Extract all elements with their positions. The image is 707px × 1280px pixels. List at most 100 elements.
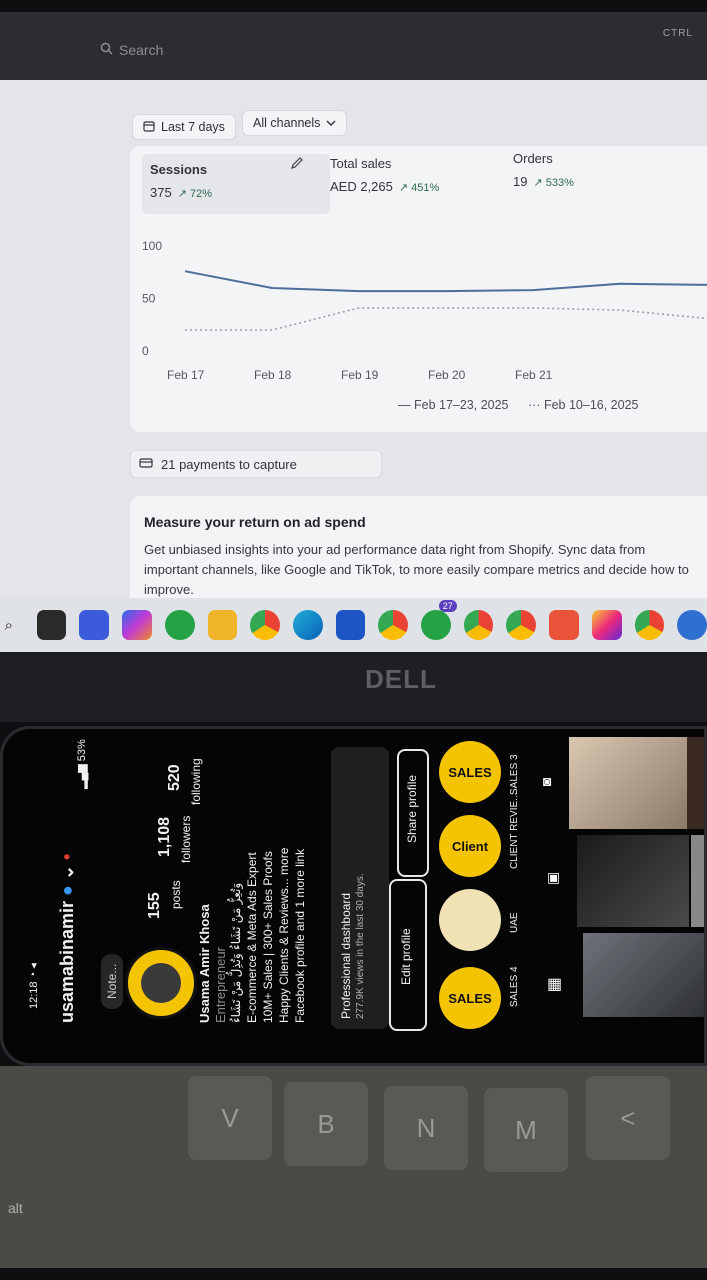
grid-tab-icon[interactable]: ▦ [547, 974, 567, 994]
bio-line: وَتُعِزُّ مَنْ تَشَاءُ وَتُذِلُّ مَنْ تَ… [229, 882, 243, 1023]
highlight-label: CLIENT REVIE... [509, 792, 520, 869]
whatsapp-icon[interactable]: 27 [421, 600, 457, 640]
orders-metric[interactable]: Orders 19 ↗ 533% [513, 151, 574, 189]
highlight-label: SALES 4 [509, 966, 520, 1007]
note-bubble[interactable]: Note... [101, 953, 123, 1009]
key-b[interactable]: B [284, 1082, 368, 1166]
highlight-sales-4[interactable]: SALES [439, 967, 501, 1029]
notification-badge: 27 [438, 600, 457, 612]
windows-taskbar: ⌕ 27 [0, 598, 707, 652]
key-comma[interactable]: < [586, 1076, 670, 1160]
professional-dashboard[interactable]: Professional dashboard 277.9K views in t… [331, 747, 389, 1029]
legend-previous: ··· Feb 10–16, 2025 [528, 398, 639, 412]
admin-top-bar: Search CTRL [0, 12, 707, 80]
post-thumbnail[interactable] [687, 737, 704, 829]
chrome-icon[interactable] [463, 610, 494, 640]
total-sales-label: Total sales [330, 156, 392, 171]
analytics-content: Last 7 days All channels Sessions 375 ↗ 7… [0, 80, 707, 606]
search-icon[interactable]: ⌕ [0, 610, 24, 640]
following-count[interactable]: 520 [166, 764, 184, 791]
x-tick-label: Feb 19 [341, 368, 379, 382]
pencil-icon[interactable] [290, 156, 304, 175]
task-view-icon[interactable] [36, 610, 67, 640]
following-label[interactable]: following [189, 758, 203, 805]
orders-label: Orders [513, 151, 553, 166]
ad-card-body: Get unbiased insights into your ad perfo… [144, 542, 689, 597]
chrome-icon[interactable] [506, 610, 537, 640]
total-sales-value: AED 2,265 [330, 179, 393, 194]
current-period-line [184, 270, 707, 293]
reels-tab-icon[interactable]: ▣ [547, 869, 567, 889]
dashboard-subtitle: 277.9K views in the last 30 days. [355, 873, 366, 1019]
post-thumbnail[interactable] [569, 737, 687, 829]
key-m[interactable]: M [484, 1088, 568, 1172]
dashboard-title: Professional dashboard [339, 892, 353, 1019]
post-thumbnail[interactable] [583, 933, 704, 1017]
channels-dropdown[interactable]: All channels [242, 110, 348, 136]
tagged-tab-icon[interactable]: ◙ [543, 773, 563, 793]
metrics-card: Sessions 375 ↗ 72% Total sales AED 2,265 ↗… [130, 146, 707, 432]
share-profile-button[interactable]: Share profile [397, 749, 429, 877]
channels-label: All channels [253, 116, 321, 130]
orders-change: ↗ 533% [533, 177, 574, 189]
ad-card-title: Measure your return on ad spend [144, 514, 366, 530]
bio-link[interactable]: Facebook profile and 1 more link [293, 849, 307, 1023]
bio-name: Usama Amir Khosa [197, 904, 212, 1023]
ad-spend-card: Measure your return on ad spend Get unbi… [130, 496, 707, 606]
bio-line: 10M+ Sales | 300+ Sales Proofs [261, 851, 275, 1023]
status-time: 12:18 ◔ ◂ [28, 963, 40, 1009]
sessions-line-chart: 100 50 0 Feb 17 Feb 18 Feb 19 Feb 20 Feb 21 [142, 239, 707, 382]
laptop-bezel [0, 652, 707, 722]
highlight-client-reviews[interactable]: Client [439, 815, 501, 877]
edit-profile-button[interactable]: Edit profile [389, 879, 427, 1031]
posts-count: 155 [146, 892, 163, 919]
followers-label[interactable]: followers [179, 816, 193, 863]
date-range-label: Last 7 days [161, 120, 225, 134]
chrome-icon[interactable] [634, 610, 665, 640]
x-tick-label: Feb 18 [254, 368, 292, 382]
payments-to-capture-banner[interactable]: 21 payments to capture [130, 450, 382, 478]
key-n[interactable]: N [384, 1086, 468, 1170]
y-tick-label: 100 [142, 239, 162, 253]
post-thumbnail[interactable] [691, 835, 704, 927]
battery-status: ▂▄▆ 53% [76, 739, 88, 789]
bio-category: Entrepreneur [213, 947, 228, 1023]
followers-count[interactable]: 1,108 [156, 817, 174, 857]
previous-period-line [185, 307, 707, 331]
highlight-uae[interactable] [439, 889, 501, 951]
chevron-down-icon [326, 116, 336, 130]
chrome-icon[interactable] [378, 610, 409, 640]
calendar-icon [143, 120, 155, 135]
copilot-icon[interactable] [122, 610, 152, 640]
instagram-icon[interactable] [591, 610, 622, 640]
y-tick-label: 50 [142, 292, 156, 306]
search-bar[interactable]: Search [100, 38, 350, 62]
search-placeholder: Search [119, 42, 164, 58]
key-v[interactable]: V [188, 1076, 272, 1160]
app-icon[interactable] [549, 610, 579, 640]
chrome-icon[interactable] [677, 610, 707, 640]
post-thumbnail[interactable] [577, 835, 689, 927]
key-alt[interactable]: alt [8, 1200, 23, 1216]
whatsapp-icon[interactable] [164, 610, 195, 640]
chrome-icon[interactable] [250, 610, 280, 640]
bio-line[interactable]: Happy Clients & Reviews... more [277, 848, 291, 1023]
store-icon[interactable] [335, 610, 366, 640]
laptop-keyboard: V B N M < alt [0, 1066, 707, 1268]
edge-icon[interactable] [292, 610, 323, 640]
highlight-label: SALES 3 [509, 754, 520, 795]
x-tick-label: Feb 17 [167, 368, 205, 382]
teams-icon[interactable] [79, 610, 110, 640]
x-tick-label: Feb 21 [515, 368, 553, 382]
profile-username[interactable]: usamabinamir ● ⌄ • [57, 854, 78, 1023]
file-explorer-icon[interactable] [207, 610, 238, 640]
avatar[interactable] [125, 947, 197, 1019]
laptop-screen: Search CTRL Last 7 days All channels Ses… [0, 12, 707, 652]
bio-line: E-commerce & Meta Ads Expert [245, 852, 259, 1023]
total-sales-metric[interactable]: Total sales AED 2,265 ↗ 451% [330, 156, 439, 194]
highlight-sales-3[interactable]: SALES [439, 741, 501, 803]
payments-label: 21 payments to capture [161, 456, 297, 472]
date-range-button[interactable]: Last 7 days [132, 114, 236, 140]
dell-logo: DELL [365, 664, 437, 694]
sessions-change: ↗ 72% [177, 188, 213, 200]
